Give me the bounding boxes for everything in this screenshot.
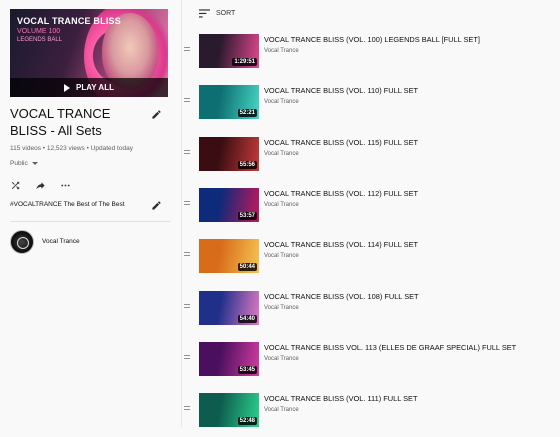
play-icon xyxy=(64,83,71,92)
video-title[interactable]: VOCAL TRANCE BLISS (VOL. 100) LEGENDS BA… xyxy=(264,35,480,44)
playlist-title: VOCAL TRANCE BLISS - All Sets xyxy=(10,106,111,138)
drag-handle-icon[interactable] xyxy=(184,150,190,156)
duration-badge: 53:57 xyxy=(237,212,257,220)
sort-button[interactable]: SORT xyxy=(199,9,235,18)
playlist-description: #VOCALTRANCE The Best of The Best xyxy=(10,201,125,208)
video-thumbnail[interactable]: 55:56 xyxy=(199,137,259,171)
divider xyxy=(10,221,170,222)
sort-icon xyxy=(199,9,210,18)
thumbnail-title: VOCAL TRANCE BLISS xyxy=(17,16,121,26)
thumbnail-volume: VOLUME 100 xyxy=(17,28,61,35)
video-row[interactable]: 1:29:51 VOCAL TRANCE BLISS (VOL. 100) LEG… xyxy=(184,34,560,78)
owner-name[interactable]: Vocal Trance xyxy=(42,238,80,245)
video-channel[interactable]: Vocal Trance xyxy=(264,305,299,311)
video-channel[interactable]: Vocal Trance xyxy=(264,407,299,413)
video-row[interactable]: 52:48 VOCAL TRANCE BLISS (VOL. 111) FULL … xyxy=(184,393,560,437)
video-thumbnail[interactable]: 53:57 xyxy=(199,188,259,222)
drag-handle-icon[interactable] xyxy=(184,201,190,207)
video-thumbnail[interactable]: 53:45 xyxy=(199,342,259,376)
duration-badge: 1:29:51 xyxy=(232,58,257,66)
pencil-icon xyxy=(152,201,161,210)
drag-handle-icon[interactable] xyxy=(184,98,190,104)
video-thumbnail[interactable]: 54:40 xyxy=(199,291,259,325)
more-icon xyxy=(61,184,70,187)
video-thumbnail[interactable]: 52:21 xyxy=(199,85,259,119)
pencil-icon xyxy=(152,110,161,119)
duration-badge: 54:40 xyxy=(237,315,257,323)
playlist-sidebar: VOCAL TRANCE BLISS VOLUME 100 LEGENDS BA… xyxy=(0,0,182,427)
video-thumbnail[interactable]: 50:44 xyxy=(199,239,259,273)
video-title[interactable]: VOCAL TRANCE BLISS (VOL. 114) FULL SET xyxy=(264,240,418,249)
share-icon xyxy=(36,182,45,190)
drag-handle-icon[interactable] xyxy=(184,252,190,258)
more-button[interactable] xyxy=(60,180,71,191)
drag-handle-icon[interactable] xyxy=(184,355,190,361)
drag-handle-icon[interactable] xyxy=(184,406,190,412)
play-all-button[interactable]: PLAY ALL xyxy=(10,78,168,97)
video-channel[interactable]: Vocal Trance xyxy=(264,99,299,105)
video-title[interactable]: VOCAL TRANCE BLISS (VOL. 112) FULL SET xyxy=(264,189,418,198)
edit-title-button[interactable] xyxy=(151,109,162,120)
drag-handle-icon[interactable] xyxy=(184,304,190,310)
avatar[interactable] xyxy=(10,230,34,254)
video-row[interactable]: 54:40 VOCAL TRANCE BLISS (VOL. 108) FULL … xyxy=(184,291,560,335)
video-row[interactable]: 53:57 VOCAL TRANCE BLISS (VOL. 112) FULL … xyxy=(184,188,560,232)
video-title[interactable]: VOCAL TRANCE BLISS (VOL. 111) FULL SET xyxy=(264,394,417,403)
video-channel[interactable]: Vocal Trance xyxy=(264,253,299,259)
playlist-stats: 115 videos • 12,523 views • Updated toda… xyxy=(10,145,133,152)
playlist-actions xyxy=(10,180,71,191)
privacy-dropdown[interactable]: Public xyxy=(10,160,38,167)
video-thumbnail[interactable]: 52:48 xyxy=(199,393,259,427)
chevron-down-icon xyxy=(31,162,38,165)
play-all-label: PLAY ALL xyxy=(76,83,114,92)
thumbnail-subtitle: LEGENDS BALL xyxy=(17,37,63,43)
video-thumbnail[interactable]: 1:29:51 xyxy=(199,34,259,68)
duration-badge: 55:56 xyxy=(237,161,257,169)
duration-badge: 52:21 xyxy=(237,109,257,117)
sort-label: SORT xyxy=(216,10,236,17)
video-title[interactable]: VOCAL TRANCE BLISS (VOL. 108) FULL SET xyxy=(264,292,419,301)
video-title[interactable]: VOCAL TRANCE BLISS (VOL. 115) FULL SET xyxy=(264,138,418,147)
duration-badge: 53:45 xyxy=(237,366,257,374)
video-channel[interactable]: Vocal Trance xyxy=(264,356,299,362)
video-row[interactable]: 50:44 VOCAL TRANCE BLISS (VOL. 114) FULL … xyxy=(184,239,560,283)
video-title[interactable]: VOCAL TRANCE BLISS (VOL. 110) FULL SET xyxy=(264,86,418,95)
share-button[interactable] xyxy=(35,180,46,191)
video-channel[interactable]: Vocal Trance xyxy=(264,202,299,208)
drag-handle-icon[interactable] xyxy=(184,47,190,53)
video-channel[interactable]: Vocal Trance xyxy=(264,48,299,54)
duration-badge: 52:48 xyxy=(237,417,257,425)
shuffle-button[interactable] xyxy=(10,180,21,191)
duration-badge: 50:44 xyxy=(237,263,257,271)
video-row[interactable]: 52:21 VOCAL TRANCE BLISS (VOL. 110) FULL … xyxy=(184,85,560,129)
video-channel[interactable]: Vocal Trance xyxy=(264,151,299,157)
privacy-label: Public xyxy=(10,160,28,167)
shuffle-icon xyxy=(11,181,20,190)
video-title[interactable]: VOCAL TRANCE BLISS VOL. 113 (ELLES DE GR… xyxy=(264,343,516,352)
edit-description-button[interactable] xyxy=(151,200,162,211)
video-row[interactable]: 53:45 VOCAL TRANCE BLISS VOL. 113 (ELLES … xyxy=(184,342,560,386)
video-row[interactable]: 55:56 VOCAL TRANCE BLISS (VOL. 115) FULL … xyxy=(184,137,560,181)
